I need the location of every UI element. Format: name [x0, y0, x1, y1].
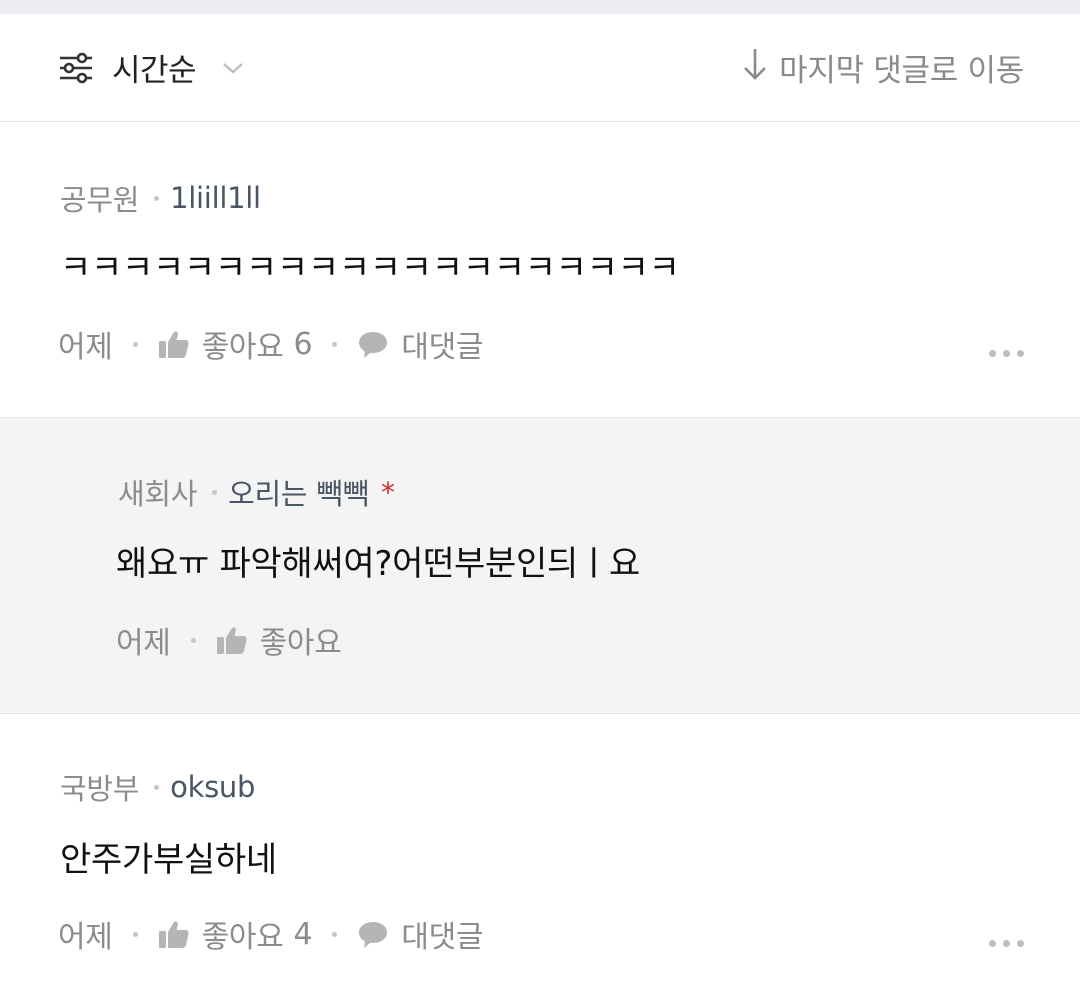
meta-separator: [154, 195, 160, 201]
comment-meta: 새회사 오리는 빽빽 *: [118, 471, 395, 513]
comment-item: 국방부 oksub 안주가부실하네 어제 좋아요 4 대댓글: [0, 714, 1080, 1004]
reply-item: 새회사 오리는 빽빽 * 왜요ㅠ 파악해써여?어떤부분인듸ㅣ요 어제 좋아요: [0, 418, 1080, 714]
like-label: 좋아요: [201, 330, 284, 365]
like-count: 6: [293, 326, 313, 362]
speech-bubble-icon: [357, 329, 389, 359]
more-dots-icon: [1003, 350, 1010, 357]
jump-to-last-comment-button[interactable]: 마지막 댓글로 이동: [743, 45, 1024, 90]
comment-sort-bar: 시간순 마지막 댓글로 이동: [0, 14, 1080, 122]
like-count: 4: [293, 916, 313, 952]
more-dots-icon: [1017, 940, 1024, 947]
sort-dropdown[interactable]: 시간순: [58, 45, 244, 90]
sort-label: 시간순: [112, 53, 197, 89]
arrow-down-icon: [743, 47, 779, 89]
reply-button[interactable]: 대댓글: [357, 912, 484, 956]
comment-text: 왜요ㅠ 파악해써여?어떤부분인듸ㅣ요: [116, 544, 640, 584]
action-separator: [190, 637, 196, 643]
comment-time: 어제: [58, 920, 113, 955]
reply-button[interactable]: 대댓글: [357, 322, 484, 366]
like-button[interactable]: 좋아요: [216, 618, 342, 662]
reply-label: 대댓글: [401, 920, 484, 955]
chevron-down-icon: [222, 61, 244, 75]
comment-meta: 국방부 oksub: [60, 766, 255, 808]
more-dots-icon: [1003, 940, 1010, 947]
speech-bubble-icon: [357, 919, 389, 949]
more-dots-icon: [1017, 350, 1024, 357]
like-label: 좋아요: [201, 920, 284, 955]
comment-actions: 어제 좋아요 6 대댓글: [58, 322, 484, 366]
jump-label: 마지막 댓글로 이동: [779, 53, 1024, 89]
more-dots-icon: [989, 940, 996, 947]
action-separator: [132, 341, 138, 347]
filter-sliders-icon: [58, 52, 94, 84]
comment-item: 공무원 1liill1ll ㅋㅋㅋㅋㅋㅋㅋㅋㅋㅋㅋㅋㅋㅋㅋㅋㅋㅋㅋㅋ 어제 좋아…: [0, 122, 1080, 418]
author-nickname[interactable]: 오리는 빽빽: [228, 471, 369, 513]
meta-separator: [212, 489, 218, 495]
comment-text: 안주가부실하네: [60, 840, 277, 880]
reply-label: 대댓글: [401, 330, 484, 365]
like-button[interactable]: 좋아요 4: [158, 912, 313, 956]
more-options-button[interactable]: [989, 350, 1024, 357]
comment-time: 어제: [58, 330, 113, 365]
top-strip: [0, 0, 1080, 14]
comment-actions: 어제 좋아요 4 대댓글: [58, 912, 484, 956]
thumbs-up-icon: [158, 919, 190, 949]
meta-separator: [154, 784, 160, 790]
author-affiliation: 공무원: [60, 183, 140, 217]
comment-text: ㅋㅋㅋㅋㅋㅋㅋㅋㅋㅋㅋㅋㅋㅋㅋㅋㅋㅋㅋㅋ: [60, 248, 680, 288]
author-nickname[interactable]: 1liill1ll: [170, 181, 261, 215]
author-nickname[interactable]: oksub: [170, 770, 255, 804]
like-label: 좋아요: [259, 626, 342, 661]
original-author-mark: *: [380, 475, 395, 509]
thumbs-up-icon: [216, 625, 248, 655]
author-affiliation: 새회사: [118, 477, 198, 511]
thumbs-up-icon: [158, 329, 190, 359]
comment-time: 어제: [116, 626, 171, 661]
action-separator: [332, 341, 338, 347]
action-separator: [132, 931, 138, 937]
author-affiliation: 국방부: [60, 772, 140, 806]
comment-meta: 공무원 1liill1ll: [60, 177, 261, 219]
more-options-button[interactable]: [989, 940, 1024, 947]
action-separator: [332, 931, 338, 937]
comment-actions: 어제 좋아요: [116, 618, 342, 662]
more-dots-icon: [989, 350, 996, 357]
like-button[interactable]: 좋아요 6: [158, 322, 313, 366]
